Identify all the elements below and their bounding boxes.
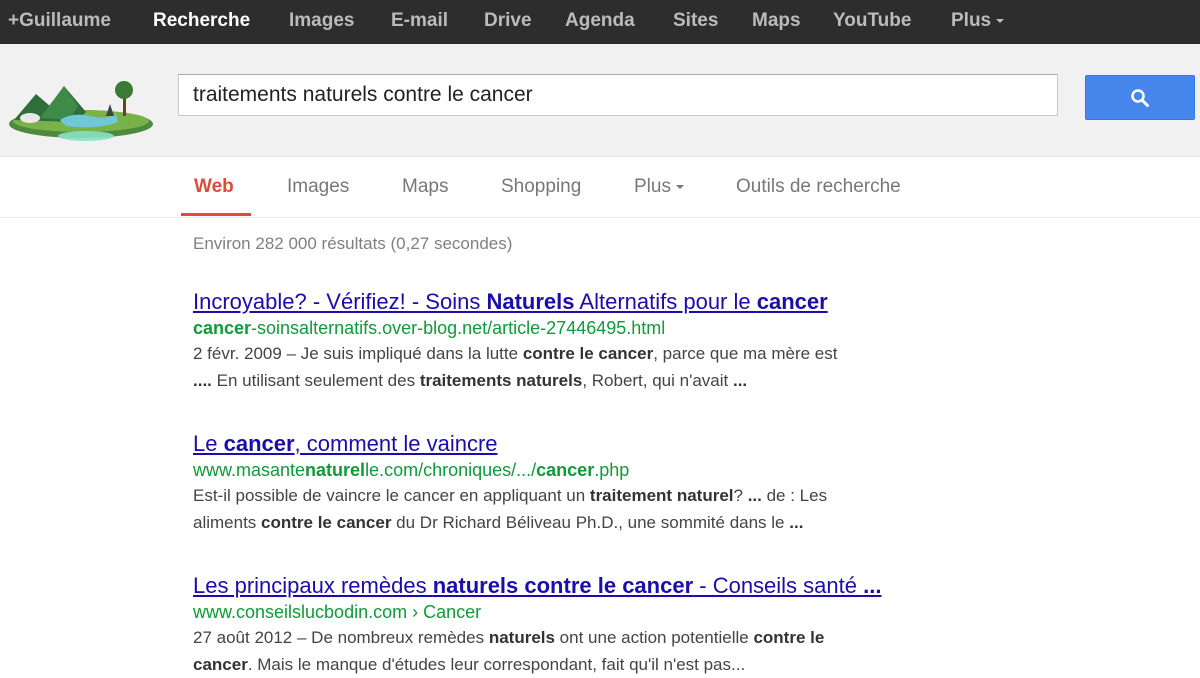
highlighted-term: cancer [223, 431, 295, 456]
doodle-logo[interactable] [6, 72, 156, 146]
result-url[interactable]: www.masantenaturelle.com/chroniques/.../… [193, 458, 993, 482]
nav-item-profile[interactable]: +Guillaume [8, 0, 111, 44]
search-result: Les principaux remèdes naturels contre l… [193, 572, 993, 678]
result-title-link[interactable]: Les principaux remèdes naturels contre l… [193, 572, 993, 600]
highlighted-term: naturels [488, 628, 555, 647]
highlighted-term: cancer [193, 318, 252, 338]
highlighted-term: contre le [753, 628, 825, 647]
search-result: Le cancer, comment le vaincre www.masant… [193, 430, 993, 536]
tab-images[interactable]: Images [287, 157, 349, 217]
tab-web[interactable]: Web [194, 157, 234, 217]
highlighted-term: traitements naturels [419, 371, 583, 390]
tab-maps[interactable]: Maps [402, 157, 448, 217]
text-segment: 27 août 2012 – De nombreux remèdes [193, 628, 489, 647]
highlighted-term: contre le cancer [522, 344, 654, 363]
text-segment: aliments [193, 513, 262, 532]
result-snippet-line: aliments contre le cancer du Dr Richard … [193, 509, 993, 536]
text-segment: le.com/chroniques/.../ [365, 460, 537, 480]
nav-item-maps[interactable]: Maps [752, 0, 801, 44]
search-icon [1131, 89, 1149, 107]
highlighted-term: ... [732, 371, 748, 390]
nav-item-more[interactable]: Plus [951, 0, 1005, 44]
nav-item-more-label: Plus [951, 10, 992, 31]
nav-item-agenda[interactable]: Agenda [565, 0, 635, 44]
tab-more-label: Plus [634, 176, 671, 197]
text-segment: , comment le vaincre [294, 431, 498, 456]
text-segment: du Dr Richard Béliveau Ph.D., une sommit… [391, 513, 790, 532]
result-title-link[interactable]: Incroyable? - Vérifiez! - Soins Naturels… [193, 288, 993, 316]
highlighted-term: cancer [756, 289, 828, 314]
nav-item-search[interactable]: Recherche [153, 0, 250, 44]
text-segment: 2 févr. 2009 – Je suis impliqué dans la … [193, 344, 523, 363]
text-segment: En utilisant seulement des [211, 371, 420, 390]
text-segment: -soinsalternatifs.over-blog.net/article-… [251, 318, 666, 338]
text-segment: Alternatifs pour le [574, 289, 757, 314]
highlighted-term: .... [193, 371, 212, 390]
top-navigation-bar: +Guillaume Recherche Images E-mail Drive… [0, 0, 1200, 44]
search-tabs: Web Images Maps Shopping Plus Outils de … [0, 157, 1200, 218]
nav-item-youtube[interactable]: YouTube [833, 0, 911, 44]
highlighted-term: cancer [536, 460, 595, 480]
result-snippet-line: 27 août 2012 – De nombreux remèdes natur… [193, 624, 993, 651]
text-segment: ont une action potentielle [554, 628, 754, 647]
result-snippet: Est-il possible de vaincre le cancer en … [193, 482, 993, 536]
search-input[interactable] [178, 74, 1058, 116]
text-segment: Les principaux remèdes [193, 573, 433, 598]
highlighted-term: ... [863, 573, 882, 598]
text-segment: , Robert, qui n'avait [582, 371, 733, 390]
nav-item-images[interactable]: Images [289, 0, 354, 44]
search-header [0, 44, 1200, 157]
tab-more[interactable]: Plus [634, 157, 684, 217]
result-stats: Environ 282 000 résultats (0,27 secondes… [193, 234, 513, 253]
search-result: Incroyable? - Vérifiez! - Soins Naturels… [193, 288, 993, 394]
highlighted-term: ... [789, 513, 804, 532]
nav-item-drive[interactable]: Drive [484, 0, 532, 44]
result-snippet-line: 2 févr. 2009 – Je suis impliqué dans la … [193, 340, 993, 367]
highlighted-term: ... [747, 486, 762, 505]
active-tab-indicator [181, 213, 251, 216]
highlighted-term: cancer [193, 655, 248, 674]
chevron-down-icon [675, 184, 684, 189]
text-segment: Le [193, 431, 224, 456]
text-segment: , parce que ma mère est [653, 344, 838, 363]
result-title-link[interactable]: Le cancer, comment le vaincre [193, 430, 993, 458]
highlighted-term: Naturels [486, 289, 575, 314]
highlighted-term: contre le cancer [261, 513, 392, 532]
search-button[interactable] [1085, 75, 1195, 120]
tab-search-tools[interactable]: Outils de recherche [736, 157, 901, 217]
result-snippet: 2 févr. 2009 – Je suis impliqué dans la … [193, 340, 993, 394]
result-snippet-line: .... En utilisant seulement des traiteme… [193, 367, 993, 394]
result-snippet-line: cancer. Mais le manque d'études leur cor… [193, 651, 993, 678]
text-segment: . Mais le manque d'études leur correspon… [247, 655, 746, 674]
result-url[interactable]: cancer-soinsalternatifs.over-blog.net/ar… [193, 316, 993, 340]
result-url[interactable]: www.conseilslucbodin.com › Cancer [193, 600, 993, 624]
nav-item-sites[interactable]: Sites [673, 0, 718, 44]
result-snippet-line: Est-il possible de vaincre le cancer en … [193, 482, 993, 509]
text-segment: www.conseilslucbodin.com › Cancer [193, 602, 482, 622]
nav-item-email[interactable]: E-mail [391, 0, 448, 44]
text-segment: Incroyable? - Vérifiez! - Soins [193, 289, 487, 314]
highlighted-term: naturel [305, 460, 366, 480]
highlighted-term: naturels contre le cancer [432, 573, 694, 598]
text-segment: .php [594, 460, 630, 480]
chevron-down-icon [996, 18, 1005, 23]
text-segment: ? [733, 486, 748, 505]
text-segment: Est-il possible de vaincre le cancer en … [193, 486, 590, 505]
text-segment: www.masante [193, 460, 306, 480]
text-segment: - Conseils santé [693, 573, 864, 598]
text-segment: de : Les [761, 486, 828, 505]
tab-shopping[interactable]: Shopping [501, 157, 581, 217]
highlighted-term: traitement naturel [589, 486, 734, 505]
result-snippet: 27 août 2012 – De nombreux remèdes natur… [193, 624, 993, 678]
